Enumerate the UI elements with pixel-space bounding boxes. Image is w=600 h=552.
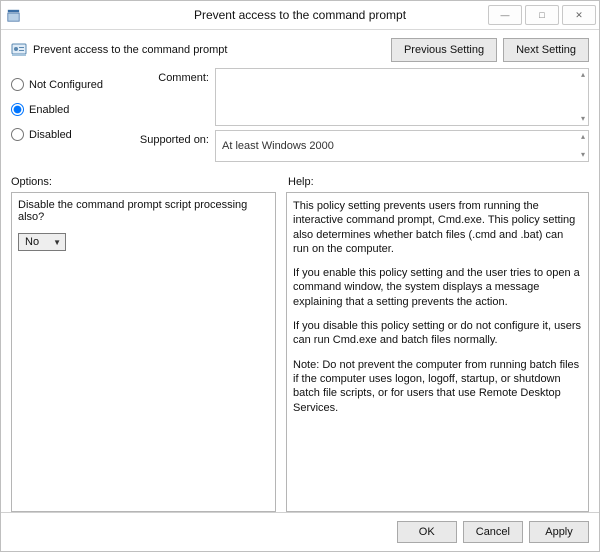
header-row: Prevent access to the command prompt Pre… (1, 30, 599, 68)
radio-disabled[interactable]: Disabled (11, 128, 121, 141)
footer: OK Cancel Apply (1, 512, 599, 551)
script-processing-dropdown[interactable]: No ▼ (18, 233, 66, 251)
close-button[interactable]: ✕ (562, 5, 596, 25)
maximize-button[interactable]: □ (525, 5, 559, 25)
previous-setting-button[interactable]: Previous Setting (391, 38, 497, 62)
close-icon: ✕ (575, 11, 583, 20)
radio-disabled-input[interactable] (11, 128, 24, 141)
radio-enabled[interactable]: Enabled (11, 103, 121, 116)
ok-button[interactable]: OK (397, 521, 457, 543)
help-paragraph: If you enable this policy setting and th… (293, 266, 582, 309)
scroll-up-icon: ▴ (581, 71, 585, 79)
config-area: Not Configured Enabled Disabled Comment:… (1, 68, 599, 162)
options-panel: Disable the command prompt script proces… (11, 192, 276, 512)
radio-not-configured[interactable]: Not Configured (11, 78, 121, 91)
policy-icon (11, 42, 27, 58)
options-heading: Options: (11, 176, 276, 188)
scroll-down-icon: ▾ (581, 115, 585, 123)
window-controls: — □ ✕ (488, 1, 599, 29)
help-paragraph: If you disable this policy setting or do… (293, 319, 582, 348)
comment-label: Comment: (121, 68, 211, 84)
radio-not-configured-input[interactable] (11, 78, 24, 91)
maximize-icon: □ (539, 11, 544, 20)
minimize-button[interactable]: — (488, 5, 522, 25)
radio-enabled-input[interactable] (11, 103, 24, 116)
options-question: Disable the command prompt script proces… (18, 199, 269, 223)
cancel-button[interactable]: Cancel (463, 521, 523, 543)
scroll-down-icon: ▾ (581, 151, 585, 159)
section-headings: Options: Help: (1, 176, 599, 188)
help-paragraph: Note: Do not prevent the computer from r… (293, 358, 582, 415)
comment-value (216, 69, 588, 77)
supported-label: Supported on: (121, 130, 211, 146)
help-panel: This policy setting prevents users from … (286, 192, 589, 512)
dropdown-value: No (25, 236, 39, 248)
minimize-icon: — (501, 11, 510, 20)
help-heading: Help: (276, 176, 589, 188)
meta-column: Comment: ▴ ▾ Supported on: ▴ ▾ At least … (121, 68, 589, 162)
app-icon (7, 9, 20, 22)
help-paragraph: This policy setting prevents users from … (293, 199, 582, 256)
nav-buttons: Previous Setting Next Setting (391, 38, 589, 62)
dialog-window: Prevent access to the command prompt — □… (0, 0, 600, 552)
chevron-down-icon: ▼ (53, 238, 61, 247)
state-radio-group: Not Configured Enabled Disabled (11, 68, 121, 162)
scroll-up-icon: ▴ (581, 133, 585, 141)
apply-button[interactable]: Apply (529, 521, 589, 543)
next-setting-button[interactable]: Next Setting (503, 38, 589, 62)
policy-title: Prevent access to the command prompt (33, 44, 227, 56)
radio-enabled-label: Enabled (29, 104, 69, 116)
radio-not-configured-label: Not Configured (29, 79, 103, 91)
titlebar: Prevent access to the command prompt — □… (1, 1, 599, 30)
panels: Disable the command prompt script proces… (1, 188, 599, 512)
supported-textbox: ▴ ▾ At least Windows 2000 (215, 130, 589, 162)
supported-value: At least Windows 2000 (222, 140, 334, 152)
radio-disabled-label: Disabled (29, 129, 72, 141)
comment-textarea[interactable]: ▴ ▾ (215, 68, 589, 126)
